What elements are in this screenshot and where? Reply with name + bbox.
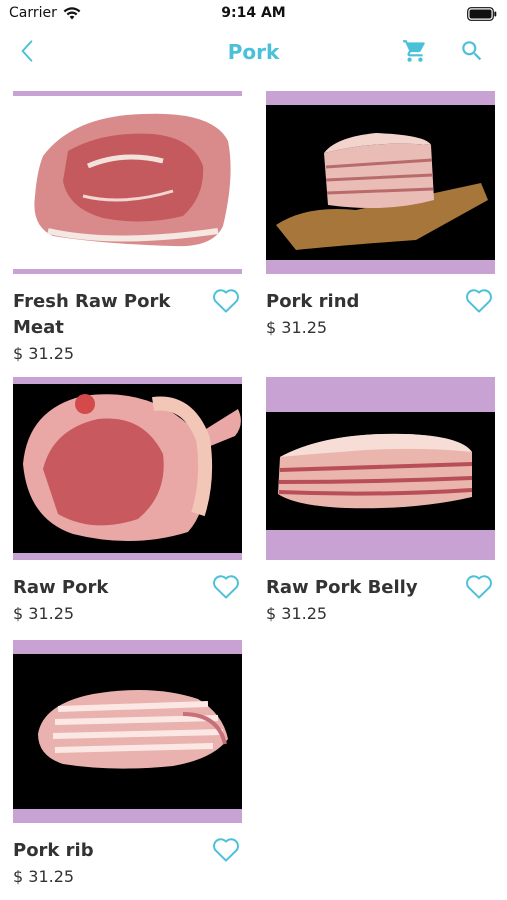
product-card[interactable]: Pork rind $ 31.25 (266, 91, 495, 337)
product-card[interactable]: Pork rib $ 31.25 (13, 640, 242, 886)
product-price: $ 31.25 (266, 604, 328, 623)
product-card[interactable]: Raw Pork Belly $ 31.25 (266, 377, 495, 623)
favorite-button[interactable] (210, 573, 242, 603)
product-name[interactable]: Raw Pork (13, 575, 203, 601)
status-time: 9:14 AM (221, 5, 286, 21)
favorite-button[interactable] (210, 287, 242, 317)
product-price: $ 31.25 (13, 344, 75, 363)
product-name[interactable]: Raw Pork Belly (266, 575, 456, 601)
product-image[interactable] (13, 91, 242, 274)
heart-outline-icon (211, 836, 241, 867)
favorite-button[interactable] (463, 573, 495, 603)
page-title: Pork (227, 40, 280, 64)
navigation-bar: Pork (0, 28, 507, 78)
product-image[interactable] (266, 377, 495, 560)
search-button[interactable] (457, 38, 487, 68)
heart-outline-icon (464, 573, 494, 604)
heart-outline-icon (211, 573, 241, 604)
favorite-button[interactable] (210, 836, 242, 866)
product-card[interactable]: Fresh Raw Pork Meat $ 31.25 (13, 91, 242, 363)
cart-icon (402, 38, 428, 68)
search-icon (459, 38, 485, 68)
product-card[interactable]: Raw Pork $ 31.25 (13, 377, 242, 623)
product-image[interactable] (13, 640, 242, 823)
battery-icon (467, 6, 497, 21)
heart-outline-icon (211, 287, 241, 318)
product-image[interactable] (266, 91, 495, 274)
status-bar: Carrier 9:14 AM (0, 0, 507, 28)
product-price: $ 31.25 (13, 867, 75, 886)
product-price: $ 31.25 (13, 604, 75, 623)
cart-button[interactable] (400, 38, 430, 68)
product-name[interactable]: Pork rib (13, 838, 203, 864)
product-image[interactable] (13, 377, 242, 560)
product-price: $ 31.25 (266, 318, 328, 337)
product-name[interactable]: Fresh Raw Pork Meat (13, 289, 203, 341)
heart-outline-icon (464, 287, 494, 318)
favorite-button[interactable] (463, 287, 495, 317)
product-name[interactable]: Pork rind (266, 289, 456, 315)
